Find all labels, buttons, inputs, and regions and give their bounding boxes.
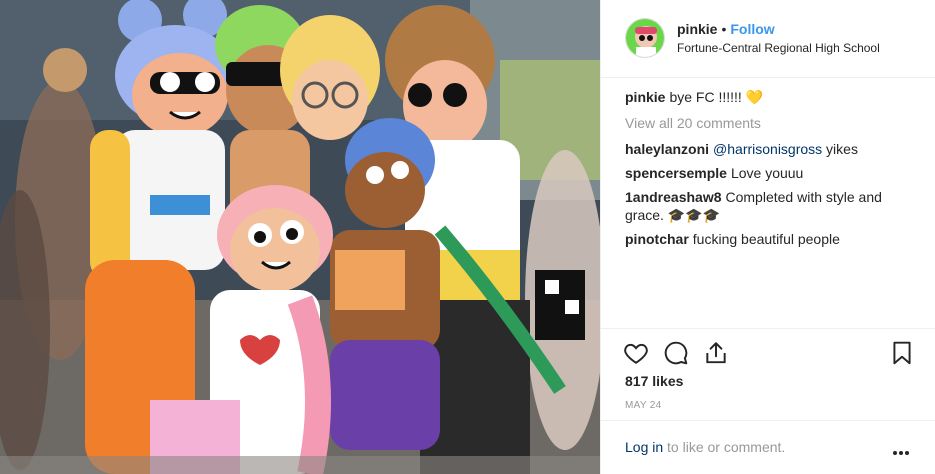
follow-button[interactable]: Follow — [730, 21, 774, 37]
comment-item: pinotchar fucking beautiful people — [625, 230, 915, 248]
login-prompt: Log in to like or comment. — [625, 439, 785, 455]
comment-item: haleylanzoni @harrisonisgross yikes — [625, 140, 915, 158]
comment-mention[interactable]: @harrisonisgross — [713, 141, 822, 157]
view-all-comments-link[interactable]: View all 20 comments — [625, 114, 915, 132]
avatar[interactable] — [625, 18, 665, 58]
illustration — [0, 0, 600, 474]
more-options-icon[interactable] — [892, 443, 910, 455]
heart-icon[interactable] — [623, 340, 649, 366]
login-link[interactable]: Log in — [625, 439, 663, 455]
post-actions: 817 likes MAY 24 Log in to like or comme… — [601, 328, 935, 474]
comment-icon[interactable] — [663, 340, 689, 366]
post-location[interactable]: Fortune-Central Regional High School — [677, 41, 880, 55]
comment-text: fucking beautiful people — [692, 231, 840, 247]
header-user-line: pinkie • Follow — [677, 21, 775, 37]
comment-username[interactable]: spencersemple — [625, 165, 727, 181]
login-bar: Log in to like or comment. — [601, 420, 935, 474]
caption-username[interactable]: pinkie — [625, 89, 665, 105]
comment-item: 1andreashaw8 Completed with style and gra… — [625, 188, 915, 224]
comment-item: spencersemple Love youuu — [625, 164, 915, 182]
comment-username[interactable]: haleylanzoni — [625, 141, 709, 157]
post-image[interactable] — [0, 0, 600, 474]
bookmark-icon[interactable] — [889, 340, 915, 366]
comment-text: yikes — [822, 141, 858, 157]
caption-text: bye FC !!!!!! 💛 — [669, 89, 764, 105]
caption: pinkie bye FC !!!!!! 💛 — [625, 88, 915, 106]
comment-username[interactable]: pinotchar — [625, 231, 689, 247]
post-username[interactable]: pinkie — [677, 21, 717, 37]
post-side-panel: pinkie • Follow Fortune-Central Regional H… — [600, 0, 935, 474]
comment-text: Love youuu — [730, 165, 804, 181]
avatar-image — [626, 19, 664, 57]
comments-list: pinkie bye FC !!!!!! 💛 View all 20 commen… — [625, 88, 915, 254]
login-rest-text: to like or comment. — [663, 439, 786, 455]
likes-count[interactable]: 817 likes — [625, 373, 683, 389]
instagram-post: pinkie • Follow Fortune-Central Regional H… — [0, 0, 935, 474]
comment-username[interactable]: 1andreashaw8 — [625, 189, 722, 205]
post-header: pinkie • Follow Fortune-Central Regional H… — [601, 0, 935, 78]
share-icon[interactable] — [703, 340, 729, 366]
post-date[interactable]: MAY 24 — [625, 400, 661, 411]
separator-dot: • — [721, 21, 727, 37]
